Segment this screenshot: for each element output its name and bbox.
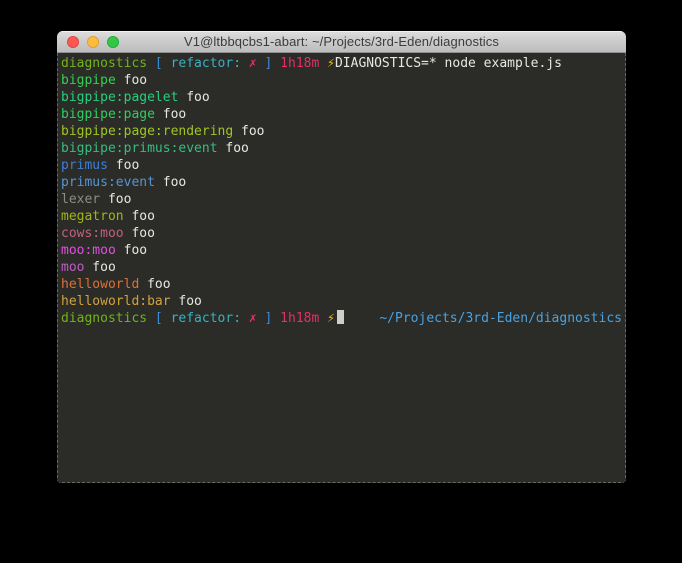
text-segment: foo (155, 175, 186, 190)
line-left: megatron foo (61, 209, 155, 224)
terminal-line: cows:moo foo (61, 225, 622, 242)
text-segment: primus (61, 158, 108, 173)
text-segment: 1h18m (280, 56, 319, 71)
terminal-line: primus:event foo (61, 174, 622, 191)
text-segment: helloworld (61, 277, 139, 292)
text-segment: foo (218, 141, 249, 156)
text-segment: diagnostics (61, 56, 147, 71)
terminal-line: bigpipe foo (61, 72, 622, 89)
text-segment: foo (116, 73, 147, 88)
text-segment (147, 311, 155, 326)
line-left: bigpipe:pagelet foo (61, 90, 210, 105)
line-left: bigpipe foo (61, 73, 147, 88)
text-segment (163, 56, 171, 71)
terminal-window: V1@ltbbqcbs1-abart: ~/Projects/3rd-Eden/… (57, 31, 626, 483)
text-segment (163, 311, 171, 326)
line-left: moo:moo foo (61, 243, 147, 258)
text-segment (272, 311, 280, 326)
line-left: diagnostics [ refactor: ✗ ] 1h18m ⚡DIAGN… (61, 56, 562, 71)
text-segment: DIAGNOSTICS=* node example.js (335, 56, 562, 71)
text-segment: foo (171, 294, 202, 309)
text-segment (272, 56, 280, 71)
line-left: lexer foo (61, 192, 131, 207)
terminal-line: bigpipe:pagelet foo (61, 89, 622, 106)
terminal-line: bigpipe:page:rendering foo (61, 123, 622, 140)
text-segment: helloworld:bar (61, 294, 171, 309)
traffic-light-buttons (67, 36, 119, 48)
line-left: helloworld foo (61, 277, 171, 292)
text-segment (241, 56, 249, 71)
line-left: primus:event foo (61, 175, 186, 190)
text-segment: foo (84, 260, 115, 275)
text-segment (257, 311, 265, 326)
text-segment (241, 311, 249, 326)
text-segment: ✗ (249, 311, 257, 326)
terminal-screen[interactable]: diagnostics [ refactor: ✗ ] 1h18m ⚡ DIAGN… (57, 53, 626, 483)
line-left: bigpipe:primus:event foo (61, 141, 249, 156)
prompt-cwd-path: ~/Projects/3rd-Eden/diagnostics (379, 310, 622, 327)
text-segment: foo (108, 158, 139, 173)
text-segment: bigpipe:primus:event (61, 141, 218, 156)
line-left: bigpipe:page:rendering foo (61, 124, 265, 139)
text-segment: foo (116, 243, 147, 258)
text-segment: refactor: (171, 311, 241, 326)
text-segment: moo:moo (61, 243, 116, 258)
line-left: moo foo (61, 260, 116, 275)
line-left: cows:moo foo (61, 226, 155, 241)
text-segment: lexer (61, 192, 100, 207)
line-left: primus foo (61, 158, 139, 173)
cursor (337, 310, 344, 324)
text-segment: bigpipe:page (61, 107, 155, 122)
minimize-button[interactable] (87, 36, 99, 48)
text-segment: foo (155, 107, 186, 122)
text-segment (147, 56, 155, 71)
text-segment: [ (155, 311, 163, 326)
text-segment: primus:event (61, 175, 155, 190)
terminal-line: bigpipe:page foo (61, 106, 622, 123)
close-button[interactable] (67, 36, 79, 48)
text-segment: moo (61, 260, 84, 275)
zoom-button[interactable] (107, 36, 119, 48)
text-segment: ⚡ (327, 56, 335, 71)
window-title: V1@ltbbqcbs1-abart: ~/Projects/3rd-Eden/… (184, 31, 499, 53)
line-left: bigpipe:page foo (61, 107, 186, 122)
text-segment: bigpipe:page:rendering (61, 124, 233, 139)
terminal-line: moo:moo foo (61, 242, 622, 259)
text-segment: foo (178, 90, 209, 105)
line-left: diagnostics [ refactor: ✗ ] 1h18m ⚡ (61, 310, 344, 327)
text-segment: cows:moo (61, 226, 124, 241)
text-segment: foo (124, 209, 155, 224)
terminal-line: diagnostics [ refactor: ✗ ] 1h18m ⚡ ~/Pro… (61, 310, 622, 327)
text-segment: foo (124, 226, 155, 241)
terminal-line: primus foo (61, 157, 622, 174)
text-segment: foo (139, 277, 170, 292)
text-segment (319, 311, 327, 326)
terminal-line: helloworld:bar foo (61, 293, 622, 310)
line-left: helloworld:bar foo (61, 294, 202, 309)
text-segment: [ (155, 56, 163, 71)
terminal-line: bigpipe:primus:event foo (61, 140, 622, 157)
window-titlebar[interactable]: V1@ltbbqcbs1-abart: ~/Projects/3rd-Eden/… (57, 31, 626, 53)
terminal-line: lexer foo (61, 191, 622, 208)
text-segment: megatron (61, 209, 124, 224)
text-segment: 1h18m (280, 311, 319, 326)
text-segment: ⚡ (327, 311, 335, 326)
terminal-line: diagnostics [ refactor: ✗ ] 1h18m ⚡DIAGN… (61, 55, 622, 72)
text-segment: refactor: (171, 56, 241, 71)
text-segment (319, 56, 327, 71)
text-segment: bigpipe:pagelet (61, 90, 178, 105)
text-segment: ✗ (249, 56, 257, 71)
terminal-line: helloworld foo (61, 276, 622, 293)
text-segment: bigpipe (61, 73, 116, 88)
terminal-line: megatron foo (61, 208, 622, 225)
text-segment (257, 56, 265, 71)
text-segment: diagnostics (61, 311, 147, 326)
text-segment: foo (100, 192, 131, 207)
terminal-line: moo foo (61, 259, 622, 276)
text-segment: foo (233, 124, 264, 139)
